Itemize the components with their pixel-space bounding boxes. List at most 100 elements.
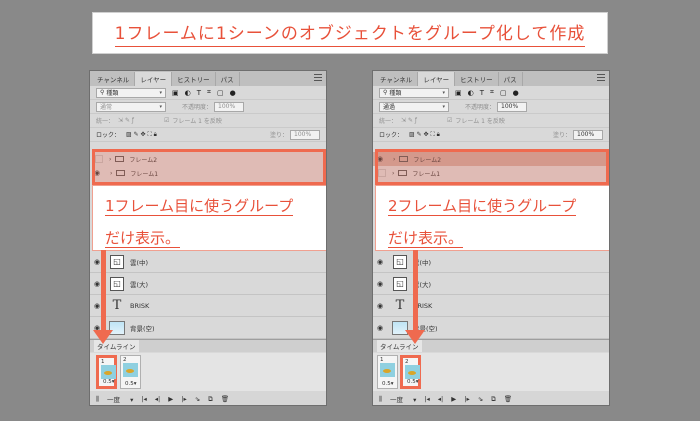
lock-icons[interactable]: ▨ ✎ ✥ ⛶ 🔒︎ [126, 131, 157, 139]
smart-object-icon: ◱ [110, 254, 124, 269]
lock-label: ロック： [96, 132, 121, 139]
eye-icon[interactable]: ◉ [373, 324, 387, 332]
tab-paths[interactable]: パス [499, 72, 523, 86]
first-frame-icon[interactable]: |◂ [141, 395, 146, 403]
callout-line1: 1フレーム目に使うグループ [105, 197, 294, 216]
text-filter-icon[interactable]: T [480, 89, 484, 97]
arrow-down-icon [93, 330, 113, 344]
first-frame-icon[interactable]: |◂ [424, 395, 429, 403]
tab-paths[interactable]: パス [216, 72, 240, 86]
layer-list: ◉ ◱ 雲(中) ◉ ◱ 雲(大) ◉ T BRISK ◉ 背景(空) [373, 251, 609, 339]
fill-input[interactable]: 100% [573, 129, 603, 140]
smart-filter-icon[interactable]: ▢ [500, 89, 507, 97]
timeline-header: タイムライン [90, 339, 326, 352]
frame-duration[interactable]: 0.5▾ [103, 379, 115, 385]
layer-row[interactable]: ◉ ◱ 雲(中) [373, 251, 609, 273]
blend-mode-value: 通常 [100, 104, 113, 111]
layer-row[interactable]: ◉ ◱ 雲(大) [373, 273, 609, 295]
frame-duration[interactable]: 0.5▾ [125, 381, 137, 387]
unify-label: 統一： [96, 118, 115, 125]
tween-icon[interactable]: ⇘ [478, 395, 483, 403]
panel-menu-icon[interactable] [314, 74, 322, 82]
image-filter-icon[interactable]: ▣ [172, 89, 179, 97]
eye-icon[interactable]: ◉ [373, 280, 387, 288]
tab-channels[interactable]: チャンネル [375, 72, 419, 86]
unify-icons[interactable]: ⇲ ✎ ƒ [401, 117, 417, 124]
adjustment-filter-icon[interactable]: ◐ [468, 89, 474, 97]
tab-history[interactable]: ヒストリー [455, 72, 499, 86]
smart-object-icon: ◱ [393, 276, 407, 291]
layer-label: 雲(中) [130, 258, 149, 267]
layer-row[interactable]: ◉ 背景(空) [90, 317, 326, 339]
panel-menu-icon[interactable] [597, 74, 605, 82]
play-icon[interactable]: ▶ [451, 395, 456, 403]
callout-box: 1フレーム目に使うグループ だけ表示。 [92, 185, 326, 251]
smart-filter-icon[interactable]: ▢ [217, 89, 224, 97]
unify-icons[interactable]: ⇲ ✎ ƒ [118, 117, 134, 124]
play-icon[interactable]: ▶ [168, 395, 173, 403]
eye-icon[interactable]: ◉ [373, 258, 387, 266]
layer-row[interactable]: ◉ T BRISK [90, 295, 326, 317]
adjustment-filter-icon[interactable]: ◐ [185, 89, 191, 97]
smart-object-icon: ◱ [393, 254, 407, 269]
frame-2[interactable]: 2 0.5▾ [120, 355, 141, 389]
opacity-input[interactable]: 100% [214, 101, 245, 112]
frame-duration[interactable]: 0.5▾ [382, 381, 394, 387]
blend-mode-select[interactable]: 通過 ▾ [379, 101, 449, 112]
opacity-input[interactable]: 100% [497, 101, 528, 112]
propagate-checkbox[interactable]: ☑ [447, 117, 452, 124]
blend-mode-value: 通過 [383, 104, 396, 111]
layer-list: ◉ ◱ 雲(中) ◉ ◱ 雲(大) ◉ T BRISK ◉ 背景(空) [90, 251, 326, 339]
layer-row[interactable]: ◉ ◱ 雲(大) [90, 273, 326, 295]
convert-timeline-icon[interactable]: ⫼ [96, 395, 99, 404]
shape-filter-icon[interactable]: ⌗ [207, 88, 211, 97]
filter-row: ⚲ 種類 ▾ ▣ ◐ T ⌗ ▢ ● [373, 86, 609, 100]
group-highlight [375, 149, 609, 185]
frame-1[interactable]: 1 0.5▾ [377, 355, 398, 389]
frame-2[interactable]: 2 0.5▾ [400, 355, 421, 389]
fill-value: 100% [294, 131, 312, 138]
lock-icons[interactable]: ▨ ✎ ✥ ⛶ 🔒︎ [409, 131, 440, 139]
filter-row: ⚲ 種類 ▾ ▣ ◐ T ⌗ ▢ ● [90, 86, 326, 100]
tab-layers[interactable]: レイヤー [418, 72, 456, 86]
filter-kind-select[interactable]: ⚲ 種類 ▾ [96, 87, 166, 98]
tab-history[interactable]: ヒストリー [172, 72, 216, 86]
tab-channels[interactable]: チャンネル [92, 72, 136, 86]
text-filter-icon[interactable]: T [197, 89, 201, 97]
filter-toggle-icon[interactable]: ● [513, 89, 519, 97]
loop-select[interactable]: 一度 ▾ [390, 394, 416, 404]
trash-icon[interactable]: 🗑︎ [504, 395, 512, 403]
duplicate-frame-icon[interactable]: ⧉ [208, 395, 213, 404]
blend-row: 通常 ▾ 不透明度： 100% [90, 100, 326, 114]
blend-mode-select[interactable]: 通常 ▾ [96, 101, 166, 112]
lock-row: ロック： ▨ ✎ ✥ ⛶ 🔒︎ 塗り： 100% [373, 128, 609, 142]
opacity-label: 不透明度： [465, 104, 496, 111]
frame-duration[interactable]: 0.5▾ [407, 379, 419, 385]
filter-toggle-icon[interactable]: ● [230, 89, 236, 97]
filter-kind-label: 種類 [106, 90, 119, 97]
layer-row[interactable]: ◉ ◱ 雲(中) [90, 251, 326, 273]
propagate-checkbox[interactable]: ☑ [164, 117, 169, 124]
filter-kind-select[interactable]: ⚲ 種類 ▾ [379, 87, 449, 98]
next-frame-icon[interactable]: |▸ [181, 395, 186, 403]
image-filter-icon[interactable]: ▣ [455, 89, 462, 97]
tween-icon[interactable]: ⇘ [195, 395, 200, 403]
frame-1[interactable]: 1 0.5▾ [96, 355, 117, 389]
panel-tabs: チャンネル レイヤー ヒストリー パス [90, 71, 326, 86]
trash-icon[interactable]: 🗑︎ [221, 395, 229, 403]
tab-layers[interactable]: レイヤー [135, 72, 173, 86]
layer-row[interactable]: ◉ T BRISK [373, 295, 609, 317]
layer-label: BRISK [130, 301, 150, 310]
next-frame-icon[interactable]: |▸ [464, 395, 469, 403]
duplicate-frame-icon[interactable]: ⧉ [491, 395, 496, 404]
lock-row: ロック： ▨ ✎ ✥ ⛶ 🔒︎ 塗り： 100% [90, 128, 326, 142]
prev-frame-icon[interactable]: ◂| [438, 395, 443, 403]
blend-row: 通過 ▾ 不透明度： 100% [373, 100, 609, 114]
fill-input[interactable]: 100% [290, 129, 320, 140]
convert-timeline-icon[interactable]: ⫼ [379, 395, 382, 404]
prev-frame-icon[interactable]: ◂| [155, 395, 160, 403]
eye-icon[interactable]: ◉ [373, 302, 387, 310]
loop-select[interactable]: 一度 ▾ [107, 394, 133, 404]
timeline-controls: ⫼ 一度 ▾ |◂ ◂| ▶ |▸ ⇘ ⧉ 🗑︎ [373, 391, 609, 405]
shape-filter-icon[interactable]: ⌗ [490, 88, 494, 97]
